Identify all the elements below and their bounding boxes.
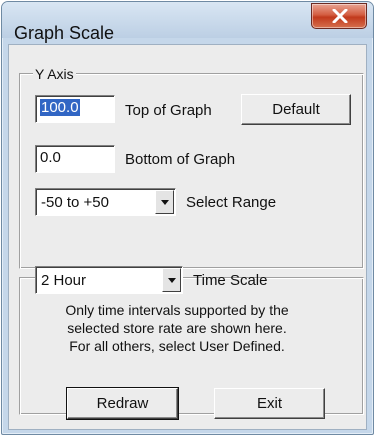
time-scale-note-line: Only time intervals supported by the	[65, 302, 289, 318]
dialog-client-area: Y Axis 100.0 Top of Graph Default 0.0 Bo…	[8, 44, 367, 430]
top-of-graph-label: Top of Graph	[125, 102, 212, 119]
bottom-of-graph-label: Bottom of Graph	[125, 151, 236, 168]
graph-scale-dialog: Graph Scale Y Axis 100.0 Top of Graph De…	[1, 1, 374, 435]
y-axis-legend: Y Axis	[33, 66, 76, 82]
exit-button[interactable]: Exit	[214, 388, 325, 419]
close-button[interactable]	[311, 3, 367, 29]
select-range-label: Select Range	[186, 194, 277, 211]
chevron-down-icon[interactable]	[155, 190, 174, 214]
default-button[interactable]: Default	[241, 94, 351, 125]
select-range-value: -50 to +50	[41, 194, 109, 211]
close-icon	[332, 9, 348, 23]
time-scale-note-line: selected store rate are shown here.	[67, 320, 287, 336]
time-scale-value: 2 Hour	[41, 272, 87, 289]
time-scale-note-line: For all others, select User Defined.	[69, 338, 285, 354]
top-of-graph-value: 100.0	[40, 99, 80, 116]
bottom-of-graph-value: 0.0	[40, 149, 61, 166]
window-title: Graph Scale	[14, 23, 115, 43]
time-scale-note: Only time intervals supported by the sel…	[27, 301, 327, 355]
time-scale-dropdown[interactable]: 2 Hour	[35, 266, 183, 294]
redraw-button-label: Redraw	[96, 395, 149, 412]
default-button-label: Default	[272, 101, 320, 118]
chevron-down-icon[interactable]	[162, 268, 181, 292]
time-scale-label: Time Scale	[193, 272, 268, 289]
redraw-button[interactable]: Redraw	[66, 387, 179, 420]
bottom-of-graph-input[interactable]: 0.0	[35, 145, 115, 173]
title-bar[interactable]: Graph Scale	[2, 2, 373, 43]
exit-button-label: Exit	[256, 395, 282, 412]
select-range-dropdown[interactable]: -50 to +50	[35, 188, 176, 216]
top-of-graph-input[interactable]: 100.0	[35, 95, 115, 123]
